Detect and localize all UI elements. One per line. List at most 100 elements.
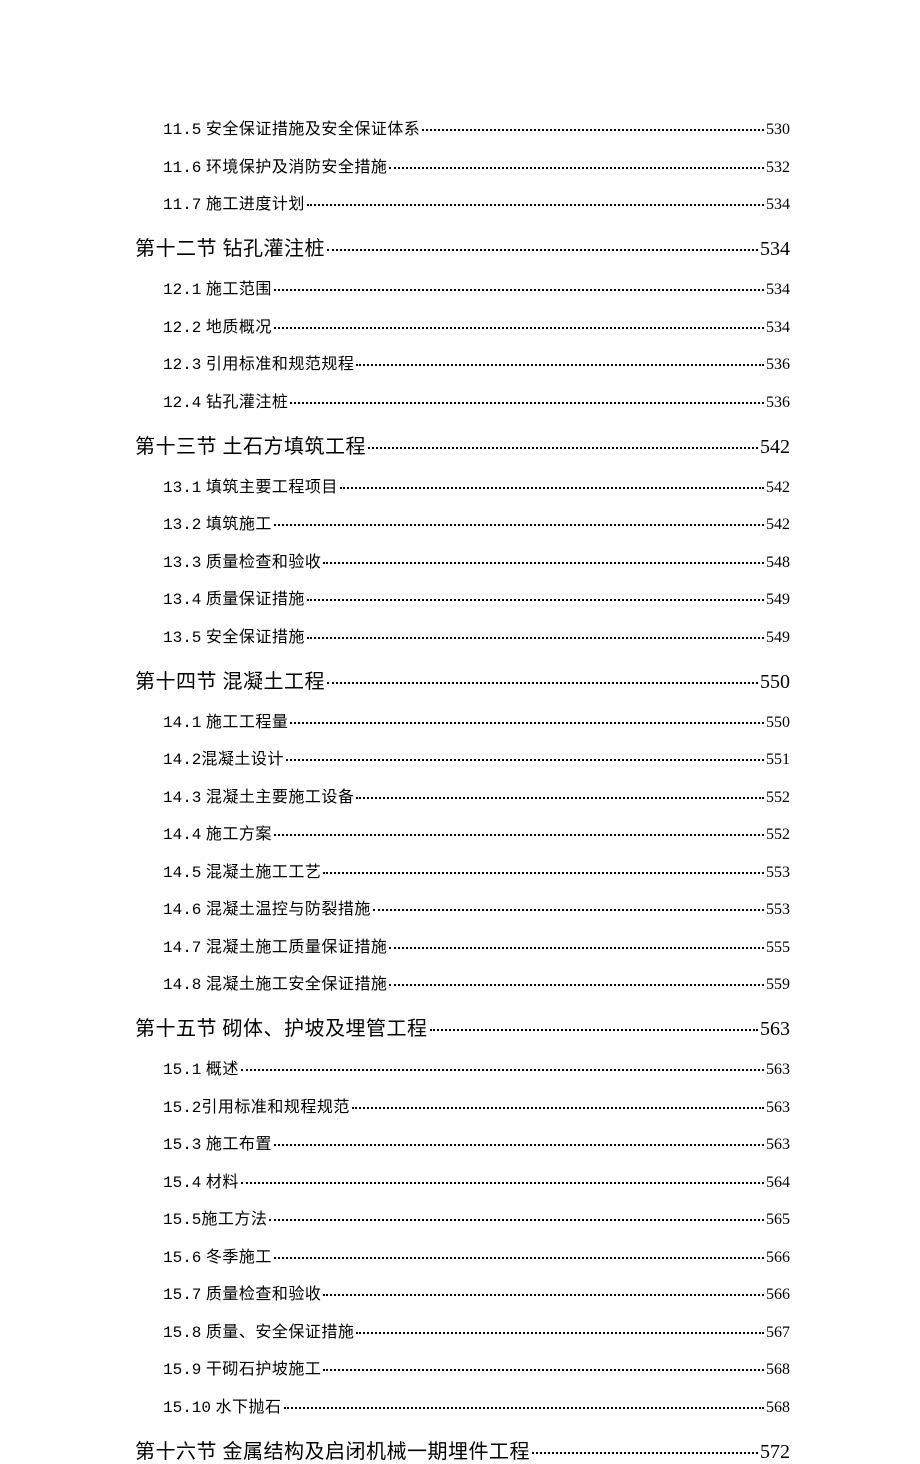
toc-page-number: 566 xyxy=(766,1249,790,1267)
toc-subsection-title: 质量检查和验收 xyxy=(206,554,322,571)
toc-section-number: 第十五节 xyxy=(135,1018,217,1040)
toc-subsection-number: 13.1 xyxy=(163,479,201,497)
toc-entry: 14.6 混凝土温控与防裂措施553 xyxy=(135,895,790,919)
toc-page-number: 555 xyxy=(766,939,790,957)
toc-leader-dots xyxy=(354,353,766,369)
toc-section-number: 第十三节 xyxy=(135,436,217,458)
toc-subsection-number: 12.3 xyxy=(163,356,201,374)
toc-entry: 13.2 填筑施工542 xyxy=(135,510,790,534)
toc-subsection-title: 引用标准和规程规范 xyxy=(201,1099,350,1116)
toc-page-number: 559 xyxy=(766,976,790,994)
toc-entry: 第十四节 混凝土工程550 xyxy=(135,665,790,694)
toc-subsection-number: 15.5 xyxy=(163,1211,201,1229)
toc-leader-dots xyxy=(272,1246,766,1262)
toc-entry-title: 13.4 质量保证措施 xyxy=(163,585,305,609)
toc-entry: 12.2 地质概况 534 xyxy=(135,313,790,337)
toc-entry: 12.3 引用标准和规范规程 536 xyxy=(135,350,790,374)
toc-entry-title: 12.2 地质概况 xyxy=(163,313,272,337)
toc-entry-title: 13.5 安全保证措施 xyxy=(163,623,305,647)
toc-subsection-title: 施工进度计划 xyxy=(206,196,305,213)
toc-entry: 14.4 施工方案552 xyxy=(135,820,790,844)
toc-entry: 第十三节 土石方填筑工程542 xyxy=(135,430,790,459)
toc-subsection-number: 14.3 xyxy=(163,789,201,807)
toc-subsection-number: 11.6 xyxy=(163,159,201,177)
toc-page-number: 566 xyxy=(766,1286,790,1304)
toc-subsection-title: 概述 xyxy=(206,1061,239,1078)
toc-page-number: 553 xyxy=(766,864,790,882)
toc-subsection-number: 11.5 xyxy=(163,121,201,139)
toc-entry-title: 11.6 环境保护及消防安全措施 xyxy=(163,153,387,177)
toc-subsection-title: 水下抛石 xyxy=(216,1399,282,1416)
toc-subsection-number: 13.4 xyxy=(163,591,201,609)
toc-entry-title: 12.1 施工范围 xyxy=(163,275,272,299)
toc-entry: 15.1 概述563 xyxy=(135,1055,790,1079)
toc-entry-title: 15.5施工方法 xyxy=(163,1205,267,1229)
toc-page-number: 552 xyxy=(766,789,790,807)
toc-subsection-title: 混凝土施工质量保证措施 xyxy=(206,939,388,956)
toc-leader-dots xyxy=(305,588,766,604)
toc-entry-title: 15.6 冬季施工 xyxy=(163,1243,272,1267)
toc-entry: 14.7 混凝土施工质量保证措施555 xyxy=(135,933,790,957)
toc-entry-title: 11.5 安全保证措施及安全保证体系 xyxy=(163,115,420,139)
table-of-contents: 11.5 安全保证措施及安全保证体系53011.6 环境保护及消防安全措施532… xyxy=(135,115,790,1464)
toc-entry-title: 14.5 混凝土施工工艺 xyxy=(163,858,321,882)
toc-entry: 15.5施工方法565 xyxy=(135,1205,790,1229)
toc-subsection-number: 14.4 xyxy=(163,826,201,844)
toc-page-number: 536 xyxy=(766,356,790,374)
toc-subsection-title: 干砌石护坡施工 xyxy=(206,1361,322,1378)
toc-entry-title: 14.6 混凝土温控与防裂措施 xyxy=(163,895,371,919)
toc-subsection-title: 质量保证措施 xyxy=(206,591,305,608)
toc-leader-dots xyxy=(387,973,766,989)
toc-subsection-title: 填筑施工 xyxy=(206,516,272,533)
toc-page-number: 534 xyxy=(766,319,790,337)
toc-subsection-number: 14.5 xyxy=(163,864,201,882)
toc-entry-title: 14.3 混凝土主要施工设备 xyxy=(163,783,354,807)
toc-page-number: 563 xyxy=(766,1136,790,1154)
toc-subsection-title: 混凝土施工安全保证措施 xyxy=(206,976,388,993)
toc-subsection-number: 14.6 xyxy=(163,901,201,919)
toc-subsection-number: 14.8 xyxy=(163,976,201,994)
toc-subsection-title: 质量、安全保证措施 xyxy=(206,1324,355,1341)
toc-subsection-title: 安全保证措施 xyxy=(206,629,305,646)
toc-entry-title: 14.2混凝土设计 xyxy=(163,745,284,769)
toc-subsection-title: 施工范围 xyxy=(206,281,272,298)
toc-leader-dots xyxy=(321,551,766,567)
toc-subsection-number: 11.7 xyxy=(163,196,201,214)
toc-page-number: 563 xyxy=(760,1018,790,1041)
toc-entry: 14.3 混凝土主要施工设备 552 xyxy=(135,783,790,807)
toc-leader-dots xyxy=(325,668,760,688)
toc-entry-title: 12.3 引用标准和规范规程 xyxy=(163,350,354,374)
toc-entry-title: 15.9 干砌石护坡施工 xyxy=(163,1355,321,1379)
toc-page-number: 530 xyxy=(766,121,790,139)
toc-section-title: 金属结构及启闭机械一期埋件工程 xyxy=(223,1441,531,1463)
toc-subsection-title: 施工方案 xyxy=(206,826,272,843)
toc-subsection-number: 12.2 xyxy=(163,319,201,337)
toc-section-title: 钻孔灌注桩 xyxy=(223,238,326,260)
toc-entry: 15.7 质量检查和验收 566 xyxy=(135,1280,790,1304)
toc-section-number: 第十二节 xyxy=(135,238,217,260)
toc-entry: 11.7 施工进度计划534 xyxy=(135,190,790,214)
toc-subsection-title: 施工方法 xyxy=(201,1211,267,1228)
toc-subsection-number: 15.6 xyxy=(163,1249,201,1267)
toc-page-number: 551 xyxy=(766,751,790,769)
toc-entry: 第十二节 钻孔灌注桩534 xyxy=(135,232,790,261)
toc-entry-title: 15.7 质量检查和验收 xyxy=(163,1280,321,1304)
toc-leader-dots xyxy=(305,193,766,209)
toc-subsection-title: 冬季施工 xyxy=(206,1249,272,1266)
toc-leader-dots xyxy=(350,1096,766,1112)
toc-leader-dots xyxy=(239,1171,766,1187)
toc-entry: 14.1 施工工程量 550 xyxy=(135,708,790,732)
toc-subsection-title: 钻孔灌注桩 xyxy=(206,394,289,411)
toc-subsection-title: 混凝土设计 xyxy=(201,751,284,768)
toc-section-number: 第十六节 xyxy=(135,1441,217,1463)
toc-entry: 12.1 施工范围534 xyxy=(135,275,790,299)
toc-entry-title: 12.4 钻孔灌注桩 xyxy=(163,388,288,412)
toc-page-number: 550 xyxy=(766,714,790,732)
toc-subsection-number: 12.4 xyxy=(163,394,201,412)
toc-subsection-title: 混凝土施工工艺 xyxy=(206,864,322,881)
toc-entry-title: 14.1 施工工程量 xyxy=(163,708,288,732)
toc-section-number: 第十四节 xyxy=(135,671,217,693)
toc-entry-title: 第十四节 混凝土工程 xyxy=(135,665,325,694)
toc-subsection-title: 环境保护及消防安全措施 xyxy=(206,159,388,176)
toc-leader-dots xyxy=(387,936,766,952)
